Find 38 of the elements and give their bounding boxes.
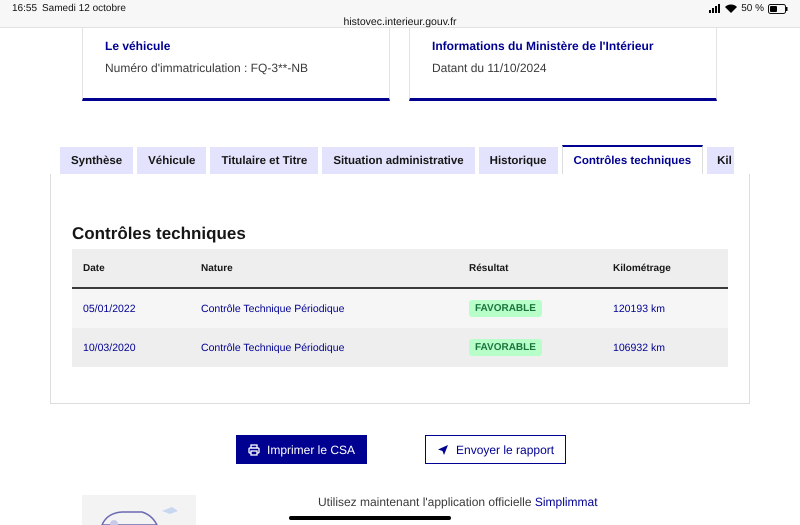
send-button[interactable]: Envoyer le rapport: [425, 435, 566, 464]
nature-cell-text: Contrôle Technique Périodique: [201, 342, 346, 354]
column-header: Kilométrage: [613, 262, 672, 274]
tab[interactable]: Véhicule: [137, 147, 206, 174]
column-header: Résultat: [469, 262, 510, 274]
date-cell-text: 05/01/2022: [83, 302, 137, 315]
date-cell-text: 10/03/2020: [83, 342, 137, 354]
card-text: Datant du 11/10/2024: [432, 61, 548, 76]
nature-cell-text: Contrôle Technique Périodique: [201, 302, 346, 315]
footer-text: Utilisez maintenant l'application officielle Simplimmat: [318, 495, 598, 509]
tab[interactable]: Situation administrative: [322, 147, 475, 174]
mileage-cell-text: 120193 km: [613, 302, 666, 315]
result-badge: FAVORABLE: [469, 339, 542, 356]
card-text: Numéro d'immatriculation : FQ-3**-NB: [105, 61, 310, 76]
tab[interactable]: Historique: [478, 147, 558, 174]
print-button[interactable]: Imprimer le CSA: [236, 435, 368, 464]
tab[interactable]: Synthèse: [60, 147, 134, 174]
wifi-icon: [725, 4, 738, 13]
column-header: Date: [83, 262, 106, 274]
result-badge: FAVORABLE: [469, 300, 542, 318]
send-icon: [437, 444, 450, 456]
home-indicator[interactable]: [289, 516, 451, 520]
tab[interactable]: Contrôles techniques: [562, 145, 704, 174]
printer-icon: [248, 444, 260, 456]
tab[interactable]: Kil: [707, 147, 734, 174]
mileage-cell-text: 106932 km: [613, 342, 666, 354]
status-date: Samedi 12 octobre: [42, 3, 126, 14]
status-time: 16:55: [12, 3, 38, 14]
battery-text: 50 %: [741, 3, 764, 14]
signal-icon: [709, 4, 722, 13]
card-title: Le véhicule: [105, 39, 172, 54]
tab[interactable]: Titulaire et Titre: [210, 147, 318, 174]
section-title: Contrôles techniques: [72, 224, 247, 244]
app-link[interactable]: Simplimmat: [534, 495, 598, 509]
battery-icon: [768, 4, 788, 14]
url-text[interactable]: histovec.interieur.gouv.fr: [343, 16, 457, 28]
card-title: Informations du Ministère de l'Intérieur: [432, 39, 655, 54]
column-header: Nature: [201, 262, 234, 274]
